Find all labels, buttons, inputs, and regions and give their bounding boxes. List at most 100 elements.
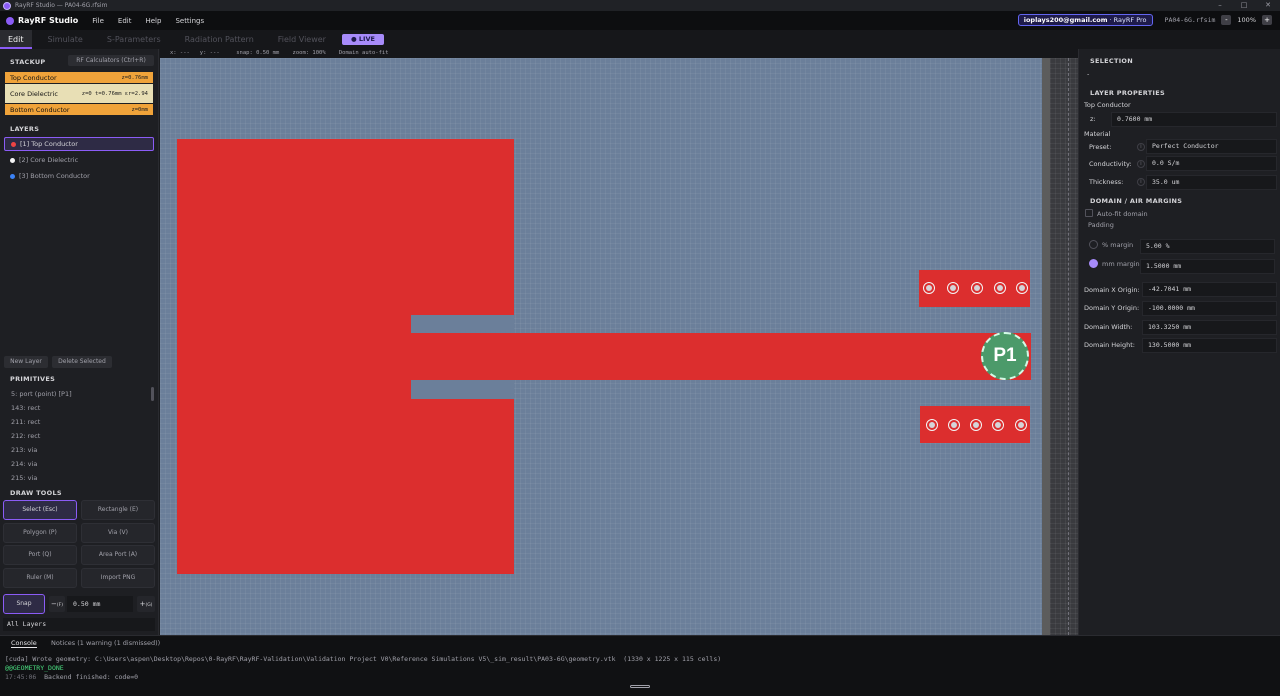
simulation-domain[interactable]: P1 bbox=[160, 58, 1042, 635]
via[interactable] bbox=[992, 419, 1004, 431]
tab-bar: Edit Simulate S-Parameters Radiation Pat… bbox=[0, 30, 1280, 49]
live-badge[interactable]: ● LIVE bbox=[341, 34, 384, 45]
account-badge[interactable]: ioplays200@gmail.com · RayRF Pro bbox=[1017, 14, 1153, 26]
zoom-in-button[interactable]: + bbox=[1262, 15, 1272, 25]
primitives-title: PRIMITIVES bbox=[10, 375, 56, 383]
tab-radiation-pattern[interactable]: Radiation Pattern bbox=[177, 30, 262, 49]
layer-filter-select[interactable]: All Layers bbox=[3, 618, 155, 631]
menu-help[interactable]: Help bbox=[145, 17, 161, 25]
tab-simulate[interactable]: Simulate bbox=[40, 30, 91, 49]
via[interactable] bbox=[971, 282, 983, 294]
notch-gap bbox=[411, 315, 514, 333]
domain-height-input[interactable]: 130.5000 mm bbox=[1142, 338, 1277, 353]
mm-margin-input[interactable]: 1.5000 mm bbox=[1140, 259, 1275, 274]
console-line: 17:45:06 Backend finished: code=0 bbox=[5, 673, 138, 681]
domain-width-input[interactable]: 103.3250 mm bbox=[1142, 320, 1277, 335]
stack-name: Core Dielectric bbox=[10, 89, 58, 98]
import-png-button[interactable]: Import PNG bbox=[81, 568, 155, 588]
snap-value-input[interactable]: 0.50 mm bbox=[67, 596, 133, 612]
minimize-icon[interactable]: – bbox=[1208, 0, 1232, 11]
via[interactable] bbox=[926, 419, 938, 431]
menu-file[interactable]: File bbox=[92, 17, 104, 25]
autofit-checkbox[interactable] bbox=[1085, 209, 1093, 217]
mm-margin-radio[interactable] bbox=[1089, 259, 1098, 268]
primitives-scrollbar[interactable] bbox=[151, 387, 154, 401]
preset-select[interactable]: Perfect Conductor bbox=[1146, 139, 1277, 154]
port-p1-marker[interactable]: P1 bbox=[981, 332, 1029, 380]
feed-line-rect[interactable] bbox=[411, 333, 1031, 380]
domain-margin bbox=[1042, 58, 1050, 635]
primitive-item[interactable]: 211: rect bbox=[11, 418, 40, 426]
zoom-out-button[interactable]: - bbox=[1221, 15, 1232, 25]
tab-field-viewer[interactable]: Field Viewer bbox=[270, 30, 334, 49]
polygon-tool-button[interactable]: Polygon (P) bbox=[3, 523, 77, 543]
left-sidebar: STACKUP RF Calculators (Ctrl+R) Top Cond… bbox=[0, 49, 159, 635]
primitive-item[interactable]: 213: via bbox=[11, 446, 37, 454]
tab-notices[interactable]: Notices (1 warning (1 dismissed)) bbox=[51, 639, 160, 647]
stack-meta: z=0mm bbox=[131, 106, 148, 113]
resize-handle[interactable] bbox=[630, 685, 650, 688]
draw-tools-title: DRAW TOOLS bbox=[10, 489, 62, 497]
notch-gap bbox=[411, 380, 514, 399]
layer-item-top-conductor[interactable]: [1] Top Conductor bbox=[4, 137, 154, 151]
layer-item-core-dielectric[interactable]: [2] Core Dielectric bbox=[4, 153, 154, 167]
console-line: [cuda] Wrote geometry: C:\Users\aspen\De… bbox=[5, 655, 722, 663]
pct-margin-input[interactable]: 5.00 % bbox=[1140, 239, 1275, 254]
layer-dot bbox=[10, 173, 15, 179]
via[interactable] bbox=[1016, 282, 1028, 294]
pct-margin-radio[interactable] bbox=[1089, 240, 1098, 249]
layer-item-bottom-conductor[interactable]: [3] Bottom Conductor bbox=[4, 169, 154, 183]
pct-margin-label: % margin bbox=[1102, 241, 1134, 249]
conductivity-input[interactable]: 0.0 S/m bbox=[1146, 156, 1277, 171]
tab-s-parameters[interactable]: S-Parameters bbox=[99, 30, 169, 49]
z-input[interactable]: 0.7600 mm bbox=[1111, 112, 1277, 127]
close-icon[interactable]: ✕ bbox=[1256, 0, 1280, 11]
menu-settings[interactable]: Settings bbox=[175, 17, 204, 25]
new-layer-button[interactable]: New Layer bbox=[4, 356, 48, 368]
via[interactable] bbox=[948, 419, 960, 431]
select-tool-button[interactable]: Select (Esc) bbox=[3, 500, 77, 520]
via[interactable] bbox=[970, 419, 982, 431]
stack-meta: z=0.76mm bbox=[121, 74, 149, 81]
shortcut-hint: (F) bbox=[56, 603, 63, 608]
snap-increase-button[interactable]: +(G) bbox=[137, 596, 155, 612]
primitive-item[interactable]: 215: via bbox=[11, 474, 37, 482]
stack-top-conductor[interactable]: Top Conductor z=0.76mm bbox=[5, 72, 153, 83]
domain-x-input[interactable]: -42.7041 mm bbox=[1142, 282, 1277, 297]
thickness-input[interactable]: 35.0 um bbox=[1146, 175, 1277, 190]
console-timestamp: 17:45:06 bbox=[5, 673, 37, 681]
stack-core-dielectric[interactable]: Core Dielectric z=0 t=0.76mm εr=2.94 bbox=[5, 84, 153, 103]
stack-name: Top Conductor bbox=[10, 73, 57, 82]
via[interactable] bbox=[1015, 419, 1027, 431]
maximize-icon[interactable]: □ bbox=[1232, 0, 1256, 11]
logo-icon bbox=[6, 16, 14, 25]
primitive-item[interactable]: 143: rect bbox=[11, 404, 40, 412]
primitive-item[interactable]: 5: port (point) [P1] bbox=[11, 390, 72, 398]
tab-edit[interactable]: Edit bbox=[0, 30, 32, 49]
menubar: RayRF Studio File Edit Help Settings iop… bbox=[0, 11, 1280, 30]
primitive-item[interactable]: 214: via bbox=[11, 460, 37, 468]
tab-console[interactable]: Console bbox=[11, 639, 37, 648]
via[interactable] bbox=[947, 282, 959, 294]
rf-calculators-button[interactable]: RF Calculators (Ctrl+R) bbox=[68, 55, 154, 66]
via[interactable] bbox=[994, 282, 1006, 294]
canvas-area[interactable]: x: --- y: --- snap: 0.50 mm zoom: 100% D… bbox=[160, 49, 1078, 635]
domain-y-input[interactable]: -100.0000 mm bbox=[1142, 301, 1277, 316]
delete-selected-button[interactable]: Delete Selected bbox=[52, 356, 112, 368]
snap-toggle-button[interactable]: Snap bbox=[3, 594, 45, 614]
snap-decrease-button[interactable]: −(F) bbox=[49, 596, 65, 612]
primitive-item[interactable]: 212: rect bbox=[11, 432, 40, 440]
domain-margins-title: DOMAIN / AIR MARGINS bbox=[1090, 197, 1183, 205]
ruler-tool-button[interactable]: Ruler (M) bbox=[3, 568, 77, 588]
rectangle-tool-button[interactable]: Rectangle (E) bbox=[81, 500, 155, 520]
menu-edit[interactable]: Edit bbox=[118, 17, 132, 25]
via[interactable] bbox=[923, 282, 935, 294]
stack-bottom-conductor[interactable]: Bottom Conductor z=0mm bbox=[5, 104, 153, 115]
thickness-label: Thickness: bbox=[1089, 178, 1124, 186]
logo-text: RayRF Studio bbox=[18, 16, 79, 25]
port-tool-button[interactable]: Port (Q) bbox=[3, 545, 77, 565]
area-port-tool-button[interactable]: Area Port (A) bbox=[81, 545, 155, 565]
via-tool-button[interactable]: Via (V) bbox=[81, 523, 155, 543]
account-plan: · RayRF Pro bbox=[1107, 16, 1147, 24]
coordinate-readout: x: --- y: --- snap: 0.50 mm zoom: 100% D… bbox=[170, 50, 389, 56]
